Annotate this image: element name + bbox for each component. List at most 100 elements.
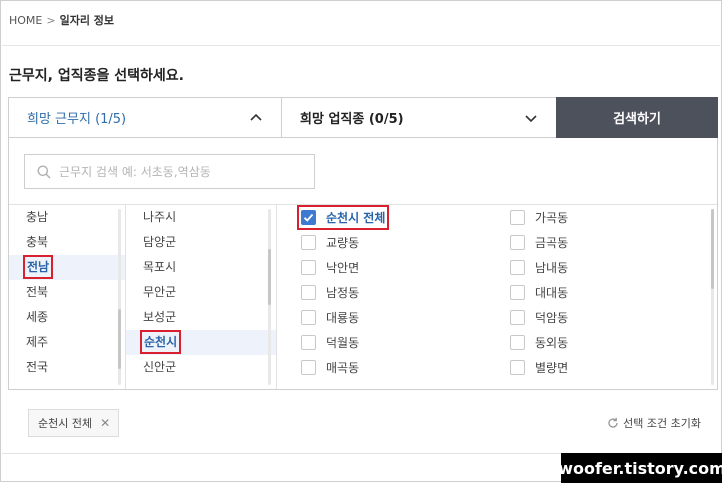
search-icon bbox=[37, 165, 51, 178]
page-title: 근무지, 업직종을 선택하세요. bbox=[9, 68, 184, 84]
dong-checkbox[interactable]: 남내동 bbox=[510, 255, 568, 280]
location-dropdown[interactable]: 희망 근무지 (1/5) bbox=[9, 98, 282, 137]
dong-checkbox[interactable]: 순천시 전체 bbox=[296, 205, 390, 230]
dong-checkbox[interactable]: 덕월동 bbox=[301, 330, 385, 355]
dong-scrollbar[interactable] bbox=[711, 209, 714, 385]
checkbox-icon[interactable] bbox=[301, 310, 316, 325]
dong-label: 순천시 전체 bbox=[326, 211, 386, 225]
city-label: 목포시 bbox=[143, 260, 177, 274]
dong-label: 금곡동 bbox=[535, 236, 569, 250]
dong-checkbox[interactable]: 대대동 bbox=[510, 280, 568, 305]
dong-label: 덕암동 bbox=[535, 311, 569, 325]
city-item[interactable]: 담양군 bbox=[126, 230, 276, 255]
city-list: 나주시 담양군 목포시 무안군 보성군 순천시 신안군 bbox=[126, 205, 277, 389]
region-item[interactable]: 제주 bbox=[9, 330, 125, 355]
checkbox-icon[interactable] bbox=[510, 235, 525, 250]
region-label: 제주 bbox=[26, 335, 49, 349]
page-frame: HOME > 일자리 정보 근무지, 업직종을 선택하세요. 희망 근무지 (1/5… bbox=[0, 0, 722, 483]
selected-chip: 순천시 전체 ✕ bbox=[28, 409, 120, 437]
dong-checkbox[interactable]: 매곡동 bbox=[301, 355, 385, 380]
breadcrumb-home[interactable]: HOME bbox=[9, 14, 42, 27]
dong-checkbox[interactable]: 동외동 bbox=[510, 330, 568, 355]
breadcrumb: HOME > 일자리 정보 bbox=[9, 12, 114, 28]
dong-label: 남내동 bbox=[535, 261, 569, 275]
close-icon[interactable]: ✕ bbox=[100, 416, 110, 430]
selected-chip-label: 순천시 전체 bbox=[38, 417, 93, 430]
region-item[interactable]: 충북 bbox=[9, 230, 125, 255]
city-item[interactable]: 신안군 bbox=[126, 355, 276, 380]
region-list: 충남 충북 전남 전북 세종 제주 전국 bbox=[9, 205, 126, 389]
region-item[interactable]: 충남 bbox=[9, 205, 125, 230]
region-item[interactable]: 세종 bbox=[9, 305, 125, 330]
dong-scroll-thumb[interactable] bbox=[711, 209, 714, 289]
region-scrollbar[interactable] bbox=[118, 209, 121, 385]
checkbox-icon[interactable] bbox=[510, 260, 525, 275]
checkbox-icon[interactable] bbox=[301, 235, 316, 250]
city-item[interactable]: 나주시 bbox=[126, 205, 276, 230]
checkbox-checked-icon[interactable] bbox=[301, 210, 316, 225]
city-scroll-thumb[interactable] bbox=[268, 249, 271, 305]
dong-label: 가곡동 bbox=[535, 211, 569, 225]
region-label: 전국 bbox=[26, 360, 49, 374]
checkbox-icon[interactable] bbox=[301, 360, 316, 375]
city-item[interactable]: 무안군 bbox=[126, 280, 276, 305]
city-item[interactable]: 목포시 bbox=[126, 255, 276, 280]
city-item-selected[interactable]: 순천시 bbox=[126, 330, 276, 355]
checkbox-icon[interactable] bbox=[301, 285, 316, 300]
checkbox-icon[interactable] bbox=[301, 335, 316, 350]
checkbox-icon[interactable] bbox=[301, 260, 316, 275]
dong-checkbox[interactable]: 대룡동 bbox=[301, 305, 385, 330]
checkbox-icon[interactable] bbox=[510, 310, 525, 325]
region-label: 세종 bbox=[26, 310, 49, 324]
city-label: 보성군 bbox=[143, 310, 177, 324]
location-search-field[interactable] bbox=[24, 154, 315, 189]
dong-list: 순천시 전체 교량동 낙안면 남정동 대룡동 덕월동 매곡동 가곡동 금곡동 남… bbox=[277, 205, 717, 389]
breadcrumb-separator: > bbox=[46, 14, 56, 27]
checkbox-icon[interactable] bbox=[510, 210, 525, 225]
dong-label: 별량면 bbox=[535, 361, 569, 375]
dong-checkbox[interactable]: 교량동 bbox=[301, 230, 385, 255]
city-scrollbar[interactable] bbox=[268, 209, 271, 385]
dong-label: 대대동 bbox=[535, 286, 569, 300]
dong-column-left: 순천시 전체 교량동 낙안면 남정동 대룡동 덕월동 매곡동 bbox=[296, 205, 390, 380]
dong-checkbox[interactable]: 남정동 bbox=[301, 280, 385, 305]
city-label: 나주시 bbox=[143, 210, 177, 224]
checkbox-icon[interactable] bbox=[510, 360, 525, 375]
chevron-up-icon bbox=[250, 113, 262, 121]
dong-checkbox[interactable]: 낙안면 bbox=[301, 255, 385, 280]
city-label: 순천시 bbox=[139, 330, 182, 354]
selected-highlight: 순천시 전체 bbox=[296, 205, 390, 230]
region-label: 전북 bbox=[26, 285, 49, 299]
dong-checkbox[interactable]: 덕암동 bbox=[510, 305, 568, 330]
city-item[interactable]: 보성군 bbox=[126, 305, 276, 330]
dong-label: 교량동 bbox=[326, 236, 360, 250]
region-item-selected[interactable]: 전남 bbox=[9, 255, 125, 280]
location-search-input[interactable] bbox=[59, 164, 299, 179]
region-scroll-thumb[interactable] bbox=[118, 309, 121, 369]
region-item[interactable]: 전북 bbox=[9, 280, 125, 305]
checkbox-icon[interactable] bbox=[510, 285, 525, 300]
dong-checkbox[interactable]: 가곡동 bbox=[510, 205, 568, 230]
dong-label: 덕월동 bbox=[326, 336, 360, 350]
reset-button-label: 선택 조건 초기화 bbox=[623, 417, 701, 430]
breadcrumb-current: 일자리 정보 bbox=[59, 14, 115, 27]
dong-checkbox[interactable]: 별량면 bbox=[510, 355, 568, 380]
watermark: woofer.tistory.com bbox=[558, 453, 722, 483]
region-label: 전남 bbox=[22, 255, 54, 279]
selection-panel: 희망 근무지 (1/5) 희망 업직종 (0/5) 검색하기 충남 충북 전남 … bbox=[8, 97, 718, 390]
dong-checkbox[interactable]: 금곡동 bbox=[510, 230, 568, 255]
checkbox-icon[interactable] bbox=[510, 335, 525, 350]
refresh-icon bbox=[608, 417, 618, 428]
region-item[interactable]: 전국 bbox=[9, 355, 125, 380]
dropdown-bar: 희망 근무지 (1/5) 희망 업직종 (0/5) 검색하기 bbox=[9, 97, 718, 138]
search-button[interactable]: 검색하기 bbox=[556, 97, 718, 138]
dong-label: 남정동 bbox=[326, 286, 360, 300]
job-dropdown[interactable]: 희망 업직종 (0/5) bbox=[282, 98, 556, 137]
job-dropdown-label: 희망 업직종 (0/5) bbox=[300, 112, 404, 127]
city-label: 신안군 bbox=[143, 360, 177, 374]
location-dropdown-label: 희망 근무지 (1/5) bbox=[27, 112, 127, 127]
dong-column-right: 가곡동 금곡동 남내동 대대동 덕암동 동외동 별량면 bbox=[510, 205, 568, 380]
city-label: 무안군 bbox=[143, 285, 177, 299]
dong-label: 동외동 bbox=[535, 336, 569, 350]
reset-button[interactable]: 선택 조건 초기화 bbox=[607, 415, 701, 431]
